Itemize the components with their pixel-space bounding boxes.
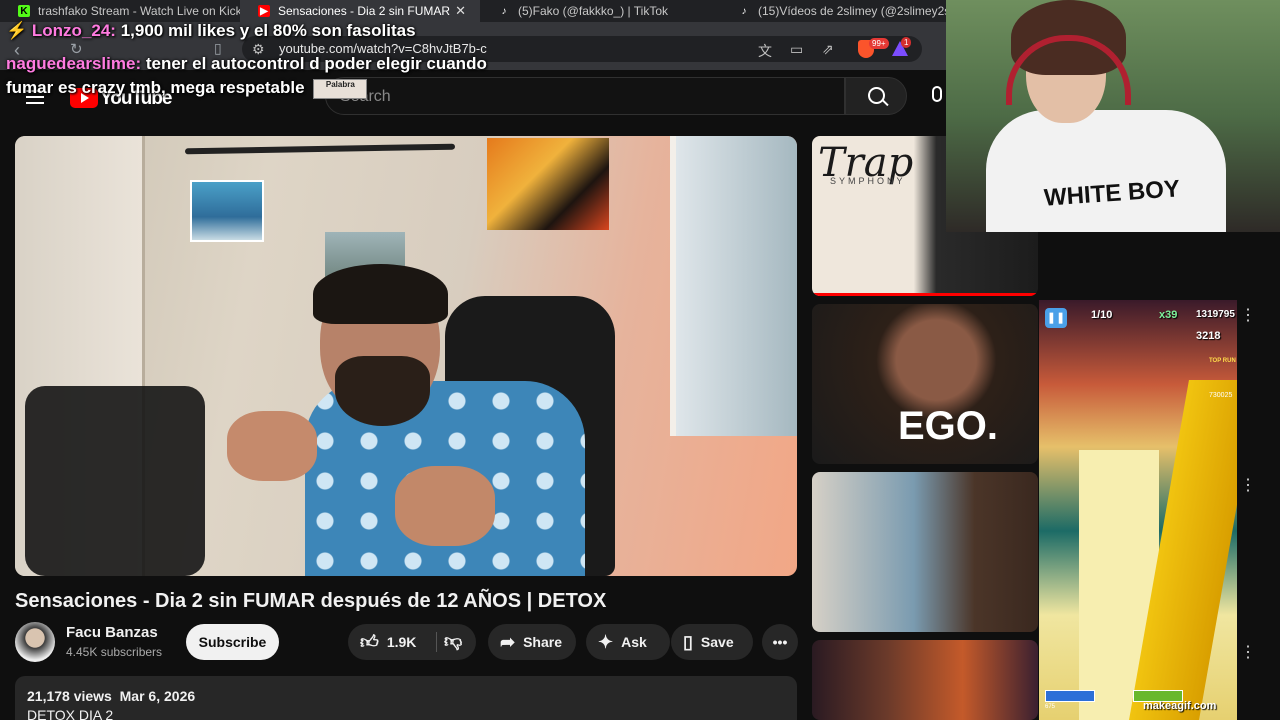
game-level: 675 (1045, 704, 1056, 710)
description-text: DETOX DIA 2 (27, 707, 114, 720)
thumbnail-subtext: SYMPHONY (830, 176, 906, 186)
more-actions-button[interactable]: ••• (762, 624, 798, 660)
cast-icon[interactable]: ▭ (790, 41, 803, 58)
watch-progress-bar (812, 293, 1038, 296)
brave-badge: 99+ (869, 38, 889, 49)
share-label: Share (523, 634, 563, 650)
close-tab-icon[interactable]: ✕ (455, 3, 466, 19)
recommended-video-thumbnail[interactable] (812, 640, 1038, 720)
thumbnail-text: EGO. (898, 404, 999, 448)
youtube-icon: ▶ (258, 5, 270, 17)
tab-tiktok-2slimey[interactable]: ♪ (15)Vídeos de 2slimey (@2slimey2slim (720, 0, 961, 22)
game-progress: 1/10 (1091, 309, 1113, 321)
video-scene-painting (190, 180, 264, 242)
upload-date: Mar 6, 2026 (119, 688, 196, 704)
video-scene-hand (227, 411, 317, 481)
thumbs-up-icon[interactable]: 👍︎ (360, 631, 379, 653)
webcam-shirt (986, 110, 1226, 232)
tab-title: (15)Vídeos de 2slimey (@2slimey2slim (758, 4, 960, 18)
more-vertical-icon[interactable]: ⋮ (1240, 475, 1256, 495)
recommended-video-thumbnail[interactable] (812, 472, 1038, 632)
view-count-date: 21,178 views Mar 6, 2026 (27, 688, 195, 704)
like-count[interactable]: 1.9K (387, 634, 417, 650)
video-scene-person-hair (313, 264, 448, 324)
video-scene-katana (184, 143, 456, 155)
top-run-score: 730025 (1209, 392, 1233, 399)
powerup-meter (1045, 690, 1095, 702)
tab-youtube[interactable]: ▶ Sensaciones - Dia 2 sin FUMAR ✕ (240, 0, 480, 22)
chat-text: fumar es crazy tmb, mega respetable (6, 78, 305, 97)
tab-title: trashfako Stream - Watch Live on Kick (38, 4, 240, 18)
chat-message: ⚡ Lonzo_24: 1,900 mil likes y el 80% son… (6, 21, 416, 41)
divider (436, 632, 437, 652)
tab-title: Sensaciones - Dia 2 sin FUMAR (278, 4, 451, 18)
thumbs-down-icon[interactable]: 👎︎ (444, 630, 462, 652)
video-scene-window (670, 136, 797, 436)
chat-message: fumar es crazy tmb, mega respetable Pala… (6, 78, 368, 99)
recommended-video-thumbnail[interactable]: EGO. (812, 304, 1038, 464)
more-horizontal-icon: ••• (772, 634, 788, 650)
watermark-text: makeagif.com (1143, 700, 1217, 712)
bookmark-save-icon: ▯ (683, 631, 693, 652)
tab-title: (5)Fako (@fakkko_) | TikTok (518, 4, 668, 18)
ask-label: Ask (621, 634, 647, 650)
share-page-icon[interactable]: ⇗ (822, 41, 834, 58)
mic-icon[interactable] (932, 86, 942, 102)
streamer-webcam: WHITE BOY (946, 0, 1280, 232)
chat-text: tener el autocontrol d poder elegir cuan… (145, 54, 487, 73)
more-vertical-icon[interactable]: ⋮ (1240, 305, 1256, 325)
chat-username: Lonzo_24: (31, 21, 116, 40)
subscriber-count: 4.45K subscribers (66, 645, 163, 659)
tab-tiktok-fako[interactable]: ♪ (5)Fako (@fakkko_) | TikTok (480, 0, 720, 22)
tiktok-icon: ♪ (501, 5, 507, 17)
translate-icon[interactable]: 文 (758, 41, 772, 61)
game-multiplier: x39 (1159, 309, 1178, 321)
sparkle-icon: ✦ (598, 631, 614, 652)
channel-avatar[interactable] (15, 622, 55, 662)
ask-button[interactable]: ✦ Ask (586, 624, 670, 660)
like-dislike-group: 👍︎ 1.9K 👎︎ (348, 624, 476, 660)
tiktok-icon: ♪ (741, 5, 747, 17)
top-run-label: TOP RUN (1209, 358, 1236, 364)
save-button[interactable]: ▯ Save (671, 624, 753, 660)
search-input[interactable] (325, 77, 845, 115)
kick-user-icon: ⚡ (6, 21, 28, 40)
tab-kick[interactable]: K trashfako Stream - Watch Live on Kick (0, 0, 240, 22)
share-arrow-icon: ➦ (500, 631, 516, 652)
more-vertical-icon[interactable]: ⋮ (1240, 642, 1256, 662)
chat-text: 1,900 mil likes y el 80% son fasolitas (120, 21, 416, 40)
chat-message: naguedearslime: tener el autocontrol d p… (6, 54, 487, 74)
chat-username: naguedearslime: (6, 54, 142, 73)
share-button[interactable]: ➦ Share (488, 624, 576, 660)
game-overlay: ❚❚ 1/10 x39 1319795 3218 TOP RUN 730025 … (1039, 300, 1237, 720)
save-label: Save (700, 634, 734, 650)
video-player[interactable] (15, 136, 797, 576)
view-count: 21,178 views (27, 688, 112, 704)
game-coins: 3218 (1196, 330, 1221, 342)
chat-emote: Palabra (313, 78, 368, 99)
channel-name[interactable]: Facu Banzas (66, 624, 158, 641)
pause-icon: ❚❚ (1045, 308, 1067, 328)
search-icon[interactable] (845, 77, 907, 115)
video-scene-person-beard (335, 356, 430, 426)
video-scene-chair (25, 386, 205, 576)
subscribe-button[interactable]: Subscribe (186, 624, 279, 660)
video-scene-hand (395, 466, 495, 546)
screen: K trashfako Stream - Watch Live on Kick … (0, 0, 1280, 720)
video-scene-poster (487, 138, 609, 230)
game-score: 1319795 (1196, 309, 1235, 320)
video-title: Sensaciones - Dia 2 sin FUMAR después de… (15, 590, 607, 612)
kick-icon: K (18, 5, 30, 17)
